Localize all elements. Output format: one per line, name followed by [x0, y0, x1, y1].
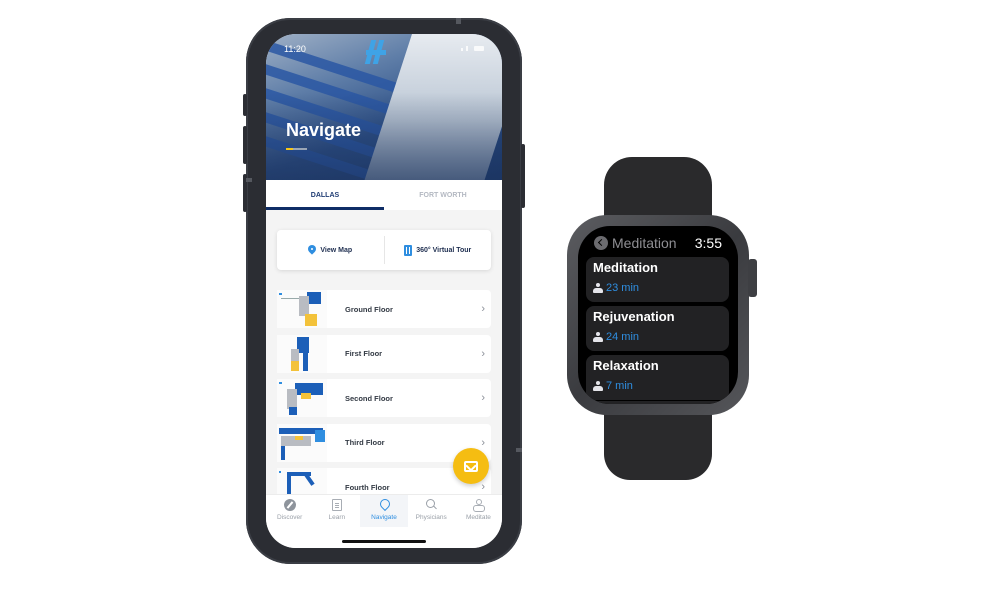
session-item-rejuvenation[interactable]: Rejuvenation 24 min	[586, 306, 729, 351]
session-item-relaxation[interactable]: Relaxation 7 min	[586, 355, 729, 400]
home-indicator[interactable]	[342, 540, 426, 543]
nav-label: Physicians	[415, 514, 447, 521]
hospital-logo-icon	[364, 40, 386, 64]
nav-navigate[interactable]: Navigate	[360, 495, 408, 527]
title-underline	[293, 148, 307, 150]
phone-device: 11:20 Navigate DALLAS FORT WORTH View Ma…	[243, 18, 525, 564]
phone-message-icon	[464, 460, 478, 472]
nav-label: Learn	[328, 514, 346, 521]
quick-actions-card: View Map 360° Virtual Tour	[277, 230, 491, 270]
chevron-right-icon: ›	[481, 303, 485, 315]
floor-label: Ground Floor	[345, 304, 393, 314]
antenna-band	[246, 178, 252, 182]
session-name: Relaxation	[593, 358, 659, 373]
building-icon	[404, 244, 413, 256]
duration-label: 7 min	[606, 380, 633, 392]
floor-item-first[interactable]: First Floor ›	[277, 334, 491, 373]
floor-label: Second Floor	[345, 393, 393, 403]
tab-fort-worth[interactable]: FORT WORTH	[384, 180, 502, 210]
compass-icon	[283, 499, 296, 511]
tab-dallas[interactable]: DALLAS	[266, 180, 384, 210]
session-name: Rejuvenation	[593, 309, 675, 324]
nav-discover[interactable]: Discover	[266, 495, 313, 548]
stage: 11:20 Navigate DALLAS FORT WORTH View Ma…	[0, 0, 1000, 600]
virtual-tour-button[interactable]: 360° Virtual Tour	[385, 230, 492, 270]
nav-label: Navigate	[371, 514, 397, 521]
location-tabs: DALLAS FORT WORTH	[266, 180, 502, 210]
session-duration: 23 min	[593, 282, 639, 294]
duration-label: 23 min	[606, 282, 640, 294]
nav-label: Discover	[276, 514, 303, 521]
back-chevron-icon[interactable]	[594, 236, 608, 250]
document-icon	[331, 499, 342, 511]
chevron-right-icon: ›	[481, 392, 485, 404]
antenna-band	[456, 18, 461, 24]
status-icons	[461, 46, 484, 51]
watch-header: Meditation	[594, 235, 677, 251]
view-map-button[interactable]: View Map	[277, 230, 384, 270]
watch-title: Meditation	[612, 235, 677, 251]
floor-label: Third Floor	[345, 438, 385, 447]
page-title: Navigate	[286, 120, 362, 140]
meditate-icon	[593, 282, 603, 294]
map-pin-icon	[308, 245, 316, 255]
view-map-label: View Map	[320, 246, 353, 254]
session-name: Meditation	[593, 260, 658, 275]
nav-label: Meditate	[465, 514, 491, 521]
chevron-right-icon: ›	[481, 481, 485, 493]
nav-meditate[interactable]: Meditate	[455, 495, 502, 548]
status-time: 11:20	[284, 44, 306, 54]
search-icon	[425, 499, 437, 511]
mute-switch	[243, 94, 247, 116]
session-duration: 24 min	[593, 331, 639, 343]
meditate-icon	[472, 499, 486, 512]
chevron-right-icon: ›	[481, 347, 485, 360]
floor-map-thumbnail	[277, 290, 327, 328]
floor-label: Fourth Floor	[345, 482, 390, 492]
battery-icon	[474, 46, 484, 51]
session-item-meditation[interactable]: Meditation 23 min	[586, 257, 729, 302]
virtual-tour-label: 360° Virtual Tour	[416, 246, 472, 254]
meditate-icon	[593, 380, 603, 392]
floor-map-thumbnail	[277, 334, 327, 373]
meditate-icon	[593, 331, 603, 343]
phone-screen: 11:20 Navigate DALLAS FORT WORTH View Ma…	[266, 34, 502, 548]
floor-item-ground[interactable]: Ground Floor ›	[277, 290, 491, 328]
floor-item-second[interactable]: Second Floor ›	[277, 379, 491, 417]
session-item-peek	[586, 401, 729, 404]
watch-screen: Meditation 3:55 Meditation 23 min Rejuve…	[578, 226, 738, 404]
power-button	[521, 144, 525, 208]
signal-icon	[466, 46, 468, 51]
floor-label: First Floor	[345, 349, 383, 358]
chevron-right-icon: ›	[481, 436, 485, 449]
location-pin-icon	[378, 499, 390, 511]
digital-crown[interactable]	[748, 259, 757, 297]
session-duration: 7 min	[593, 380, 633, 392]
duration-label: 24 min	[606, 331, 640, 343]
antenna-band	[516, 448, 522, 452]
floor-map-thumbnail	[277, 379, 327, 417]
watch-time: 3:55	[694, 235, 722, 251]
signal-icon	[461, 48, 463, 51]
floor-map-thumbnail	[277, 423, 327, 462]
hero-banner: 11:20 Navigate	[266, 34, 502, 180]
volume-up-button	[243, 126, 247, 164]
contact-fab-button[interactable]	[453, 448, 489, 484]
